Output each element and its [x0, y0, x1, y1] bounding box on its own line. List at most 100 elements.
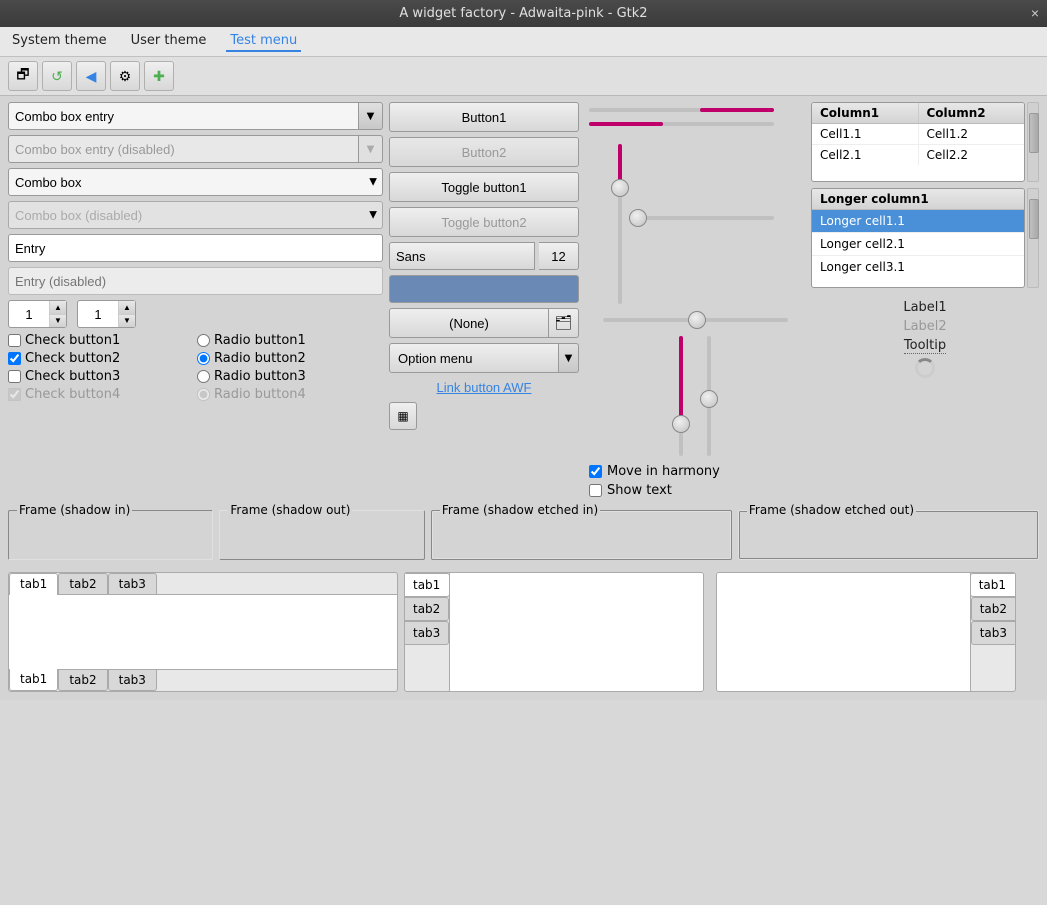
table-1-cell-2-1: Cell2.1 [812, 145, 919, 165]
close-button[interactable]: × [1031, 5, 1039, 21]
loading-spinner [915, 358, 935, 378]
radio-button-2-label: Radio button2 [214, 351, 306, 366]
toolbar-btn-5[interactable]: ✚ [144, 61, 174, 91]
color-swatch[interactable] [389, 275, 579, 303]
notebook-3: tab1 tab2 tab3 [716, 572, 1016, 692]
move-in-harmony-checkbox[interactable] [589, 465, 602, 478]
radio-button-1-input[interactable] [197, 334, 210, 347]
menu-user-theme[interactable]: User theme [127, 31, 211, 52]
move-in-harmony-row: Move in harmony [589, 464, 805, 479]
radio-button-3-label: Radio button3 [214, 369, 306, 384]
toolbar-icon-3: ◀ [86, 68, 97, 85]
check-button-3: Check button3 [8, 369, 194, 384]
notebook-1-tabbar: tab1 tab2 tab3 [9, 573, 397, 594]
file-icon: 🗂 [555, 315, 573, 331]
table-row[interactable]: Cell2.1 Cell2.2 [812, 145, 1024, 165]
toggle-button-2: Toggle button2 [389, 207, 579, 237]
option-menu-arrow[interactable]: ▼ [559, 343, 579, 373]
table-1-container: Column1 Column2 Cell1.1 Cell1.2 Cell2.1 … [811, 102, 1039, 182]
option-menu-button[interactable]: Option menu [389, 343, 559, 373]
v-scale-3-container [705, 336, 713, 456]
font-size-button[interactable]: 12 [539, 242, 579, 270]
sliders-section: Move in harmony Show text [585, 102, 805, 498]
check-button-2-input[interactable] [8, 352, 21, 365]
spinner-2-down[interactable]: ▼ [119, 315, 135, 328]
table-1-col1-header: Column1 [812, 103, 919, 123]
toolbar-btn-4[interactable]: ⚙ [110, 61, 140, 91]
menu-system-theme[interactable]: System theme [8, 31, 111, 52]
combo-box-entry-arrow[interactable]: ▼ [359, 102, 383, 130]
table-1-scrollbar-thumb [1029, 113, 1039, 153]
top-scales [585, 102, 805, 132]
radio-button-2-input[interactable] [197, 352, 210, 365]
notebook-1-inner: tab1 tab2 tab3 tab1 tab2 tab3 [9, 573, 397, 691]
font-name-button[interactable]: Sans [389, 242, 535, 270]
frame-etched-out-label: Frame (shadow etched out) [747, 503, 916, 517]
tab-nb3-1[interactable]: tab1 [970, 573, 1015, 597]
show-text-checkbox[interactable] [589, 484, 602, 497]
toolbar-icon-2: ↺ [51, 68, 63, 85]
tab-nb1-bottom-2[interactable]: tab2 [58, 670, 107, 691]
radio-button-1-label: Radio button1 [214, 333, 306, 348]
file-icon-button[interactable]: 🗂 [549, 308, 579, 338]
toolbar-btn-2[interactable]: ↺ [42, 61, 72, 91]
table-1-header: Column1 Column2 [812, 103, 1024, 124]
table-row[interactable]: Cell1.1 Cell1.2 [812, 124, 1024, 145]
radio-button-4: Radio button4 [197, 387, 383, 402]
h-scale-1-container [589, 106, 774, 114]
frame-shadow-etched-in: Frame (shadow etched in) [431, 510, 732, 560]
toggle-button-1[interactable]: Toggle button1 [389, 172, 579, 202]
v-scales-area [612, 140, 778, 308]
spinner-2-up[interactable]: ▲ [119, 301, 135, 315]
button-2: Button2 [389, 137, 579, 167]
spinner-1-input[interactable] [9, 305, 49, 324]
h-scale-3-container [634, 214, 774, 222]
entry-input[interactable] [8, 234, 383, 262]
check-button-1-input[interactable] [8, 334, 21, 347]
tab-nb1-bottom-3[interactable]: tab3 [108, 670, 157, 691]
list-item[interactable]: Longer cell2.1 [812, 233, 1024, 256]
tab-nb2-3[interactable]: tab3 [405, 621, 449, 645]
longer-list-content: Longer column1 Longer cell1.1 Longer cel… [812, 189, 1024, 287]
button-1[interactable]: Button1 [389, 102, 579, 132]
table-1-scrollbar[interactable] [1027, 102, 1039, 182]
spinner-1-down[interactable]: ▼ [50, 315, 66, 328]
tab-nb2-2[interactable]: tab2 [405, 597, 449, 621]
file-select-button[interactable]: (None) [389, 308, 549, 338]
table-1-cell-1-1: Cell1.1 [812, 124, 919, 144]
link-button-container: Link button AWF [389, 378, 579, 397]
link-button[interactable]: Link button AWF [435, 378, 534, 397]
tab-nb3-2[interactable]: tab2 [971, 597, 1015, 621]
tab-nb1-2[interactable]: tab2 [58, 573, 107, 594]
combo-box-select[interactable]: Combo box Option 1 Option 2 [8, 168, 383, 196]
check-button-3-input[interactable] [8, 370, 21, 383]
list-item[interactable]: Longer cell3.1 [812, 256, 1024, 278]
tab-nb1-3[interactable]: tab3 [108, 573, 157, 594]
radio-button-3-input[interactable] [197, 370, 210, 383]
right-panel: Column1 Column2 Cell1.1 Cell1.2 Cell2.1 … [811, 102, 1039, 498]
tab-nb1-1[interactable]: tab1 [9, 573, 58, 595]
toolbar-btn-1[interactable]: 🗗 [8, 61, 38, 91]
spinner-2-input[interactable] [78, 305, 118, 324]
notebooks-row: tab1 tab2 tab3 tab1 tab2 tab3 tab1 tab2 … [0, 566, 1047, 700]
tab-nb3-3[interactable]: tab3 [971, 621, 1015, 645]
longer-list-scrollbar-thumb [1029, 199, 1039, 239]
check-button-3-label: Check button3 [25, 369, 120, 384]
spinner-1-up[interactable]: ▲ [50, 301, 66, 315]
v-scale-2-fill [679, 336, 683, 420]
check-button-4-input [8, 388, 21, 401]
menu-test-menu[interactable]: Test menu [226, 31, 301, 52]
radio-button-1: Radio button1 [197, 333, 383, 348]
v-scale-1-container [616, 144, 624, 304]
spinner-row: ▲ ▼ ▲ ▼ [8, 300, 383, 328]
tab-nb2-1[interactable]: tab1 [405, 573, 450, 597]
small-icon-button[interactable]: ▦ [389, 402, 417, 430]
v-scale-1-fill [618, 144, 622, 184]
longer-list-scrollbar[interactable] [1027, 188, 1039, 288]
tab-nb1-bottom-1[interactable]: tab1 [9, 669, 58, 691]
combo-box-entry-input[interactable] [8, 102, 359, 130]
list-item[interactable]: Longer cell1.1 [812, 210, 1024, 233]
toolbar-btn-3[interactable]: ◀ [76, 61, 106, 91]
label-2: Label2 [903, 319, 946, 334]
titlebar: A widget factory - Adwaita-pink - Gtk2 × [0, 0, 1047, 27]
